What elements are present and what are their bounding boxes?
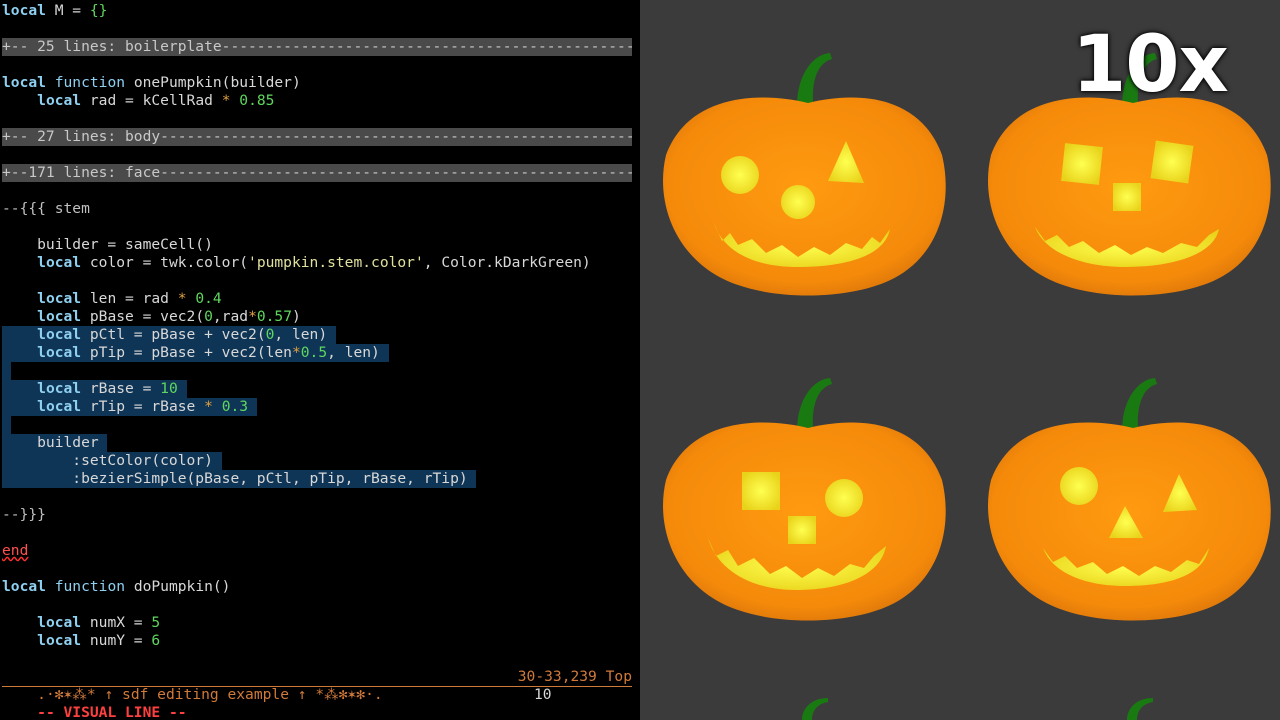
stem-icon xyxy=(802,698,828,720)
selected-line: local rTip = rBase * 0.3 xyxy=(2,398,257,416)
cursor-position: 30-33,239 Top xyxy=(517,668,632,685)
pumpkin-1 xyxy=(663,53,946,296)
selected-line: local pCtl = pBase + vec2(0, len) xyxy=(2,326,336,344)
selected-line xyxy=(2,416,11,434)
code-line: local M = {} xyxy=(2,2,108,19)
mode-line: -- VISUAL LINE -- 10 xyxy=(2,686,632,720)
fold-face[interactable]: +--171 lines: face----------------------… xyxy=(2,164,632,182)
code-line: local len = rad * 0.4 xyxy=(37,290,222,307)
render-viewport[interactable]: 10x xyxy=(640,0,1280,720)
selected-line: local pTip = pBase + vec2(len*0.5, len) xyxy=(2,344,389,362)
right-eye xyxy=(825,479,863,517)
code-line: local numX = 5 xyxy=(37,614,161,631)
left-eye xyxy=(742,472,780,510)
code-editor[interactable]: local M = {} +-- 25 lines: boilerplate--… xyxy=(0,0,640,720)
pumpkin-4 xyxy=(988,378,1271,621)
right-eye xyxy=(1150,140,1194,184)
pumpkin-3 xyxy=(663,378,946,621)
code-line: local numY = 6 xyxy=(37,632,161,649)
status-line: .·✻✶⁂* ↑ sdf editing example ↑ *⁂✻✶✻·. 3… xyxy=(2,668,632,703)
code-line: local function onePumpkin(builder) xyxy=(2,74,301,91)
code-line: local pBase = vec2(0,rad*0.57) xyxy=(37,308,301,325)
code-line: local color = twk.color('pumpkin.stem.co… xyxy=(37,254,591,271)
code-line: --}}} xyxy=(2,506,46,523)
selected-line: :bezierSimple(pBase, pCtl, pTip, rBase, … xyxy=(2,470,477,488)
code-line: builder = sameCell() xyxy=(2,236,213,253)
code-line: local function doPumpkin() xyxy=(2,578,231,595)
left-eye xyxy=(721,156,759,194)
visual-line-mode: -- VISUAL LINE -- xyxy=(37,704,187,720)
left-eye xyxy=(1060,467,1098,505)
stem-icon xyxy=(1127,698,1153,720)
code-line: --{{{ stem xyxy=(2,200,90,217)
fold-boilerplate[interactable]: +-- 25 lines: boilerplate---------------… xyxy=(2,38,632,56)
code-line: local rad = kCellRad * 0.85 xyxy=(37,92,275,109)
nose xyxy=(1113,183,1141,211)
selected-line xyxy=(2,362,11,380)
selected-line: :setColor(color) xyxy=(2,452,222,470)
selected-line: local rBase = 10 xyxy=(2,380,187,398)
code-line: end xyxy=(2,542,29,559)
nose xyxy=(788,516,816,544)
left-eye xyxy=(1061,143,1103,185)
nose xyxy=(781,185,815,219)
zoom-level-label: 10x xyxy=(1072,20,1229,110)
fold-body[interactable]: +-- 27 lines: body----------------------… xyxy=(2,128,632,146)
command-count: 10 xyxy=(534,686,552,703)
selected-line: builder xyxy=(2,434,108,452)
